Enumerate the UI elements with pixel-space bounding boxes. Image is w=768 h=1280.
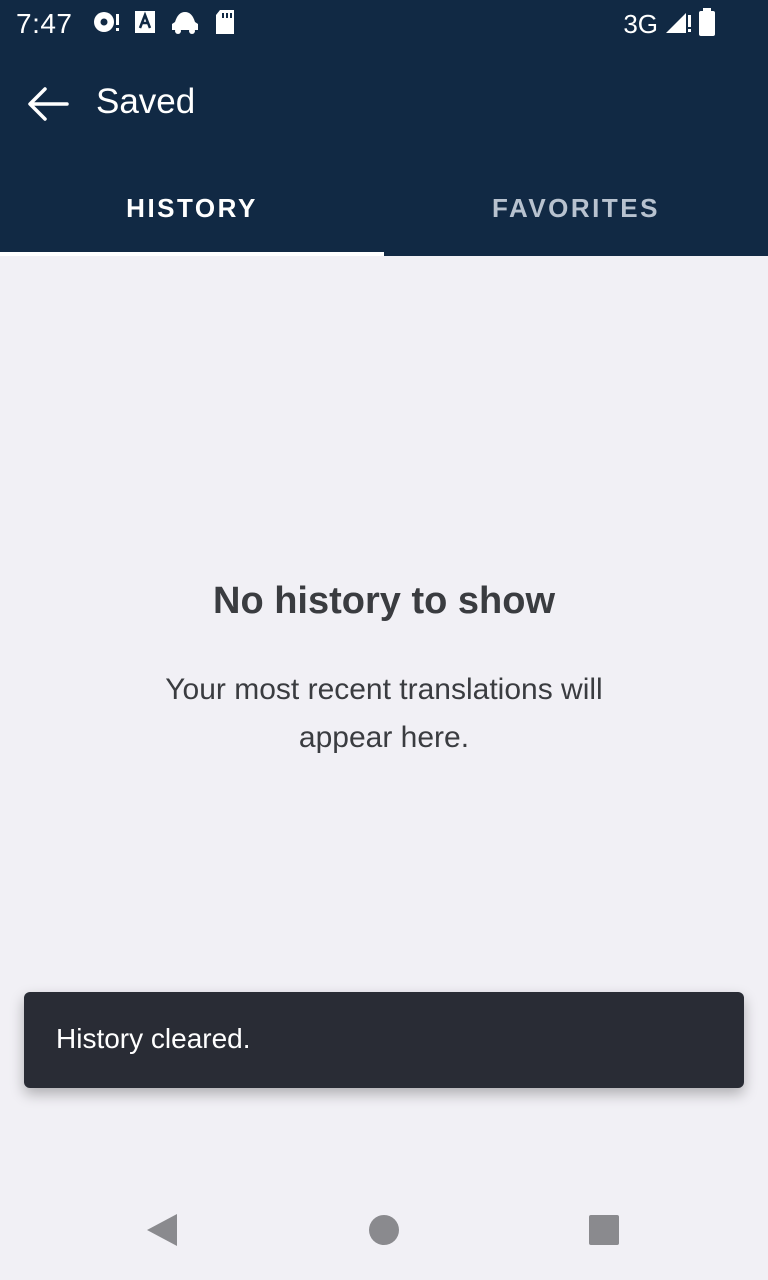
snackbar: History cleared.: [24, 992, 744, 1088]
back-button[interactable]: [20, 78, 76, 134]
signal-icon: [664, 9, 692, 40]
tab-history[interactable]: HISTORY: [0, 160, 384, 256]
tab-favorites-label: FAVORITES: [492, 192, 660, 223]
home-circle-icon: [368, 1214, 400, 1251]
battery-icon: [698, 8, 716, 41]
recents-square-icon: [588, 1214, 620, 1251]
empty-state-subtitle: Your most recent translations will appea…: [165, 673, 603, 754]
arrow-back-icon: [27, 86, 69, 127]
page-title: Saved: [96, 82, 196, 121]
speaker-alert-icon: [92, 9, 120, 40]
snackbar-message: History cleared.: [56, 1023, 251, 1054]
app-bar: Saved: [0, 48, 768, 160]
system-status-icons: 3G: [623, 8, 716, 41]
tab-history-label: HISTORY: [126, 192, 258, 223]
system-nav-bar: [0, 1184, 768, 1280]
back-triangle-icon: [145, 1212, 179, 1253]
text-a-icon: [134, 10, 156, 39]
car-icon: [170, 10, 200, 39]
sd-card-icon: [214, 9, 236, 40]
status-time: 7:47: [16, 8, 73, 39]
nav-back-button[interactable]: [132, 1202, 192, 1262]
network-type: 3G: [623, 9, 658, 39]
empty-state-title: No history to show: [213, 580, 555, 622]
tab-bar: HISTORY FAVORITES: [0, 160, 768, 256]
nav-home-button[interactable]: [354, 1202, 414, 1262]
nav-recents-button[interactable]: [574, 1202, 634, 1262]
tab-favorites[interactable]: FAVORITES: [384, 160, 768, 256]
tab-selected-indicator: [0, 252, 384, 256]
status-bar: 7:47 3G: [0, 0, 768, 48]
notification-icons: [92, 9, 236, 40]
